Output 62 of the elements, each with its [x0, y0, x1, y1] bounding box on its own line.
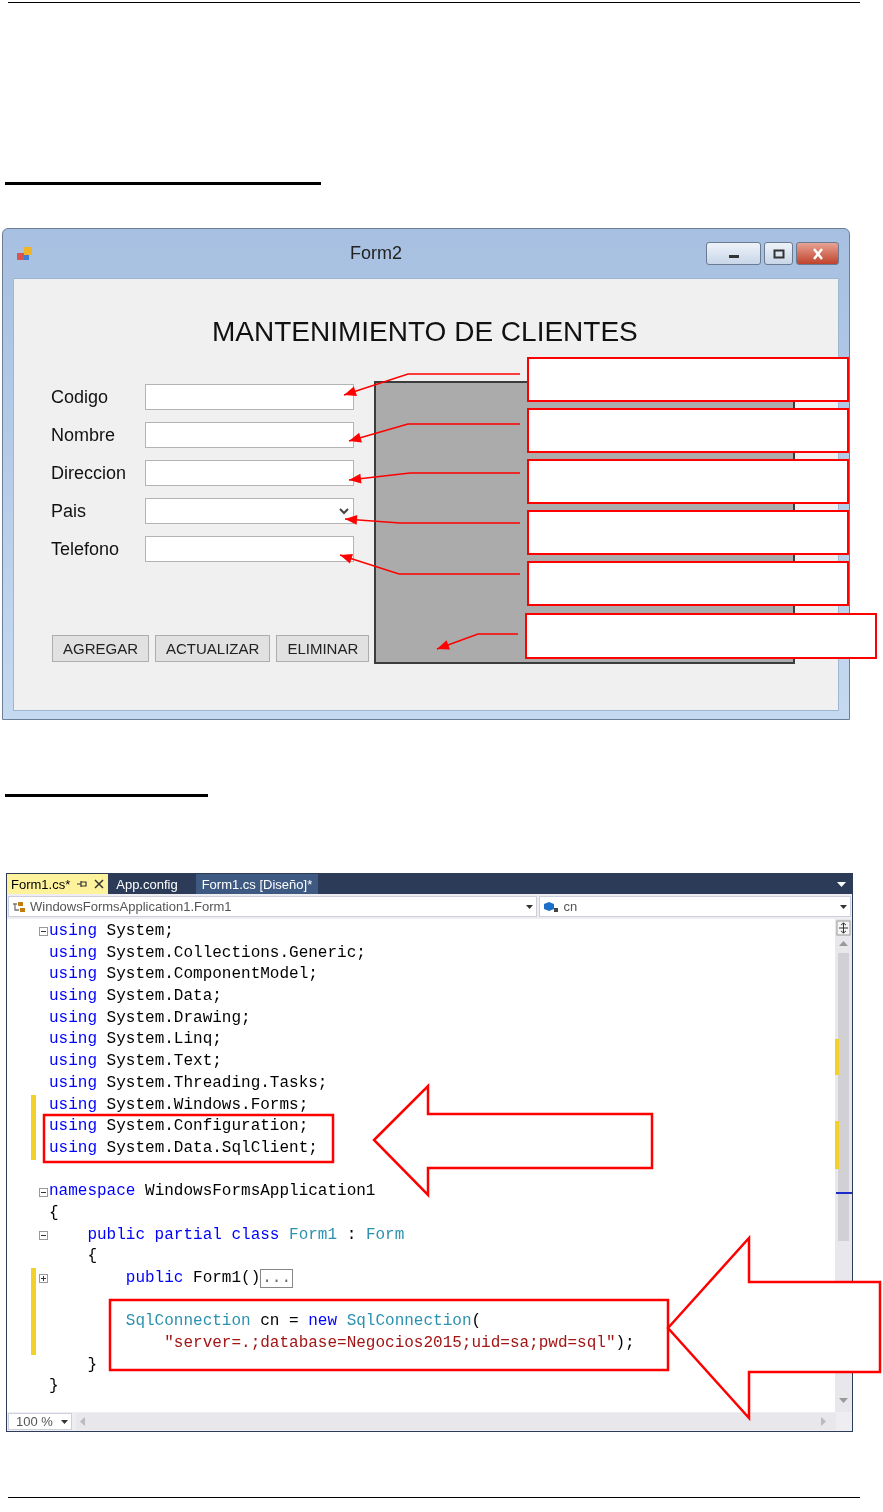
maximize-icon: [771, 247, 786, 260]
maximize-button[interactable]: [764, 242, 793, 265]
close-icon[interactable]: [94, 879, 105, 889]
close-button[interactable]: [796, 242, 839, 265]
minimize-icon: [728, 255, 739, 258]
expand-icon[interactable]: [38, 1274, 48, 1284]
horizontal-scrollbar[interactable]: [76, 1413, 836, 1430]
code-line: {: [49, 1202, 59, 1224]
input-field[interactable]: [145, 384, 354, 410]
type-dropdown[interactable]: WindowsFormsApplication1.Form1: [8, 896, 538, 917]
field-label: Codigo: [51, 386, 110, 408]
code-line: using System.Windows.Forms;: [49, 1094, 309, 1116]
field-label: Nombre: [51, 424, 117, 446]
action-button[interactable]: AGREGAR: [52, 635, 149, 662]
code-line: using System.ComponentModel;: [49, 964, 318, 986]
caret-down-icon: [61, 1419, 68, 1424]
code-line: using System.Text;: [49, 1051, 222, 1073]
code-line: using System.Linq;: [49, 1029, 222, 1051]
code-line: using System.Configuration;: [49, 1116, 309, 1138]
action-button[interactable]: ELIMINAR: [276, 635, 370, 662]
member-dropdown[interactable]: cn: [539, 896, 851, 917]
code-line: SqlConnection cn = new SqlConnection(: [124, 1311, 482, 1333]
caret-down-icon: [526, 904, 534, 909]
input-field[interactable]: [145, 460, 354, 486]
code-line: using System.Collections.Generic;: [49, 942, 366, 964]
code-line: public partial class Form1 : Form: [86, 1224, 405, 1246]
close-icon: [810, 247, 825, 260]
code-line: using System;: [49, 921, 174, 942]
editor-tab[interactable]: Form1.cs [Diseño]*: [195, 874, 319, 894]
app-icon: [16, 245, 34, 262]
class-icon: [12, 900, 26, 913]
caret-down-icon: [840, 904, 847, 909]
input-field[interactable]: [145, 536, 354, 562]
pin-icon[interactable]: [76, 879, 89, 889]
zoom-dropdown[interactable]: 100 %: [8, 1413, 72, 1430]
minimize-button[interactable]: [706, 242, 761, 265]
code-line: using System.Drawing;: [49, 1007, 251, 1029]
code-line: public Form1(): [124, 1268, 261, 1289]
code-line: {: [86, 1246, 97, 1268]
code-line: namespace WindowsFormsApplication1: [49, 1181, 376, 1203]
code-line: using System.Data;: [49, 986, 222, 1008]
collapse-icon[interactable]: [38, 1230, 48, 1240]
field-label: Pais: [51, 500, 87, 522]
dropdown-field[interactable]: [145, 498, 354, 524]
code-line: }: [86, 1354, 97, 1376]
code-line: using System.Threading.Tasks;: [49, 1072, 328, 1094]
action-button[interactable]: ACTUALIZAR: [155, 635, 271, 662]
code-line: }: [49, 1376, 59, 1398]
collapse-icon[interactable]: [38, 1187, 48, 1197]
window-title: Form2: [350, 243, 402, 264]
code-line: using System.Data.SqlClient;: [49, 1137, 318, 1159]
field-label: Telefono: [51, 538, 121, 560]
dropdown-caret-icon[interactable]: [837, 881, 846, 887]
editor-tab[interactable]: Form1.cs*: [7, 874, 109, 894]
field-label: Direccion: [51, 462, 128, 484]
collapsed-code[interactable]: ...: [260, 1269, 294, 1289]
field-icon: [543, 900, 560, 913]
chevron-down-icon: [339, 507, 349, 515]
form-heading: MANTENIMIENTO DE CLIENTES: [212, 315, 638, 349]
input-field[interactable]: [145, 422, 354, 448]
collapse-icon[interactable]: [38, 927, 48, 937]
code-line: "server=.;database=Negocios2015;uid=sa;pwd=sql");: [163, 1333, 635, 1355]
